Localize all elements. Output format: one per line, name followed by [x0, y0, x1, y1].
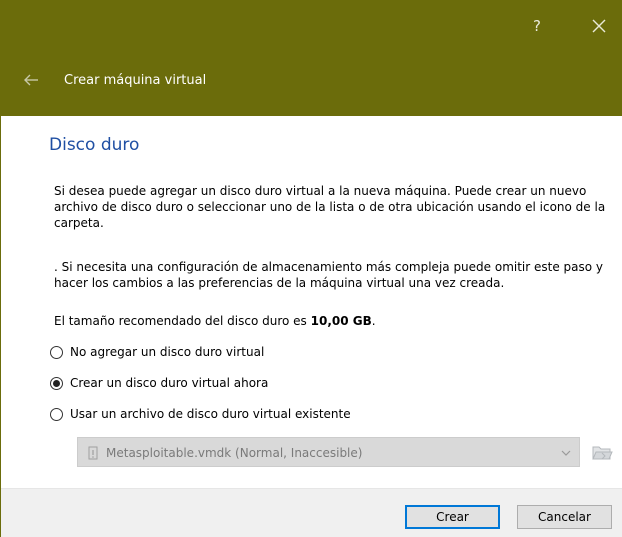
radio-create-disk[interactable]: Crear un disco duro virtual ahora: [50, 373, 268, 393]
recommended-size-value: 10,00 GB: [310, 314, 372, 328]
radio-label: Crear un disco duro virtual ahora: [70, 376, 269, 390]
dialog-title: Crear máquina virtual: [64, 73, 207, 88]
recommended-size-suffix: .: [371, 314, 376, 328]
existing-disk-value: Metasploitable.vmdk (Normal, Inaccesible…: [106, 446, 363, 460]
radio-label: No agregar un disco duro virtual: [70, 345, 265, 359]
radio-button[interactable]: [50, 345, 63, 359]
window-border: [0, 116, 1, 537]
description-paragraph: Si desea puede agregar un disco duro vir…: [54, 184, 606, 230]
folder-open-icon: [592, 446, 613, 460]
radio-no-disk[interactable]: No agregar un disco duro virtual: [50, 342, 264, 362]
close-icon: [592, 19, 606, 33]
page-title: Disco duro: [49, 135, 140, 155]
help-button[interactable]: ?: [527, 14, 547, 38]
back-arrow-icon: [24, 74, 38, 86]
recommended-size-text: El tamaño recomendado del disco duro es …: [54, 313, 614, 329]
chevron-down-icon: [561, 450, 571, 456]
close-button[interactable]: [583, 10, 615, 42]
create-button[interactable]: Crear: [405, 505, 500, 529]
title-bar: ? Crear máquina virtual: [0, 0, 622, 116]
radio-use-existing-disk[interactable]: Usar un archivo de disco duro virtual ex…: [50, 404, 351, 424]
choose-disk-file-button[interactable]: [590, 440, 614, 464]
radio-button[interactable]: [50, 407, 63, 421]
warning-disk-icon: [88, 446, 98, 460]
existing-disk-select[interactable]: Metasploitable.vmdk (Normal, Inaccesible…: [77, 437, 580, 467]
radio-label: Usar un archivo de disco duro virtual ex…: [70, 407, 351, 421]
radio-button-selected[interactable]: [50, 376, 63, 390]
recommended-size-prefix: El tamaño recomendado del disco duro es: [54, 314, 311, 328]
create-vm-dialog: ? Crear máquina virtual Disco duro Si de…: [0, 0, 622, 537]
back-button[interactable]: [20, 70, 44, 90]
cancel-button[interactable]: Cancelar: [517, 505, 612, 529]
description-paragraph-advanced: . Si necesita una configuración de almac…: [54, 260, 604, 290]
